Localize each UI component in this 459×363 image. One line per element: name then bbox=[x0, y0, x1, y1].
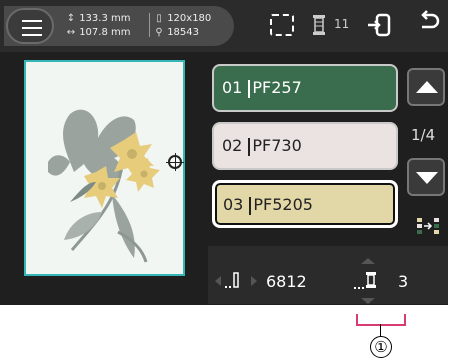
color-item[interactable]: 02 PF730 bbox=[212, 122, 398, 170]
menu-button[interactable] bbox=[6, 8, 54, 44]
top-bar: ↕ 133.3 mm ↔ 107.8 mm ▯ 120x180 ⚲ 18543 bbox=[0, 0, 448, 52]
back-icon[interactable] bbox=[418, 10, 440, 38]
color-item-selected[interactable]: 03 PF5205 bbox=[212, 180, 398, 228]
thread-position-icon bbox=[350, 258, 386, 304]
hoop-icon: ▯ bbox=[156, 13, 162, 24]
frame-icon[interactable] bbox=[270, 14, 294, 36]
color-separator bbox=[248, 137, 251, 156]
hoop-size-value: 120x180 bbox=[167, 13, 212, 24]
stitch-position-icon bbox=[215, 268, 257, 294]
scroll-up-button[interactable] bbox=[407, 68, 445, 106]
design-width-value: 107.8 mm bbox=[79, 27, 131, 38]
design-preview-canvas[interactable] bbox=[24, 60, 185, 276]
back-glyph bbox=[421, 10, 440, 29]
embroidery-design-image bbox=[48, 109, 160, 263]
callout-bracket bbox=[356, 324, 406, 326]
stitch-total: ⚲ 18543 bbox=[154, 26, 199, 39]
thread-glyph bbox=[354, 258, 376, 304]
width-arrow-icon: ↔ bbox=[66, 27, 76, 38]
triangle-up-icon bbox=[416, 81, 438, 93]
crosshair-icon[interactable] bbox=[166, 153, 184, 171]
embroidery-screen: ↕ 133.3 mm ↔ 107.8 mm ▯ 120x180 ⚲ 18543 bbox=[0, 0, 448, 305]
page-indicator: 1/4 bbox=[411, 126, 436, 144]
import-glyph bbox=[368, 13, 391, 37]
color-code: PF5205 bbox=[253, 195, 313, 214]
color-index: 03 bbox=[223, 195, 244, 214]
needle-icon: ⚲ bbox=[155, 27, 163, 38]
color-sort-icon[interactable] bbox=[416, 217, 440, 239]
design-height-value: 133.3 mm bbox=[79, 13, 131, 24]
color-separator bbox=[249, 196, 252, 215]
stitch-count: 6812 bbox=[266, 272, 307, 291]
sort-glyph bbox=[417, 218, 439, 234]
menu-icon bbox=[22, 20, 42, 36]
thread-position: 3 bbox=[398, 272, 409, 291]
stitch-glyph bbox=[215, 272, 257, 288]
spool-icon bbox=[312, 14, 326, 36]
import-icon[interactable] bbox=[366, 12, 392, 38]
color-index: 02 bbox=[222, 136, 243, 155]
spool-glyph bbox=[313, 15, 325, 35]
color-separator bbox=[248, 79, 251, 98]
color-index: 01 bbox=[222, 78, 243, 97]
callout-number: ① bbox=[370, 336, 392, 358]
scroll-down-button[interactable] bbox=[407, 158, 445, 196]
hoop-size: ▯ 120x180 bbox=[154, 12, 211, 25]
color-item[interactable]: 01 PF257 bbox=[212, 64, 398, 112]
design-width: ↔ 107.8 mm bbox=[66, 26, 131, 39]
stitch-total-value: 18543 bbox=[167, 27, 199, 38]
info-divider bbox=[149, 13, 150, 37]
color-code: PF730 bbox=[252, 136, 302, 155]
design-height: ↕ 133.3 mm bbox=[66, 12, 131, 25]
height-arrow-icon: ↕ bbox=[66, 13, 76, 24]
color-code: PF257 bbox=[252, 78, 302, 97]
thread-change-count: 11 bbox=[334, 17, 350, 31]
triangle-down-icon bbox=[416, 172, 438, 184]
